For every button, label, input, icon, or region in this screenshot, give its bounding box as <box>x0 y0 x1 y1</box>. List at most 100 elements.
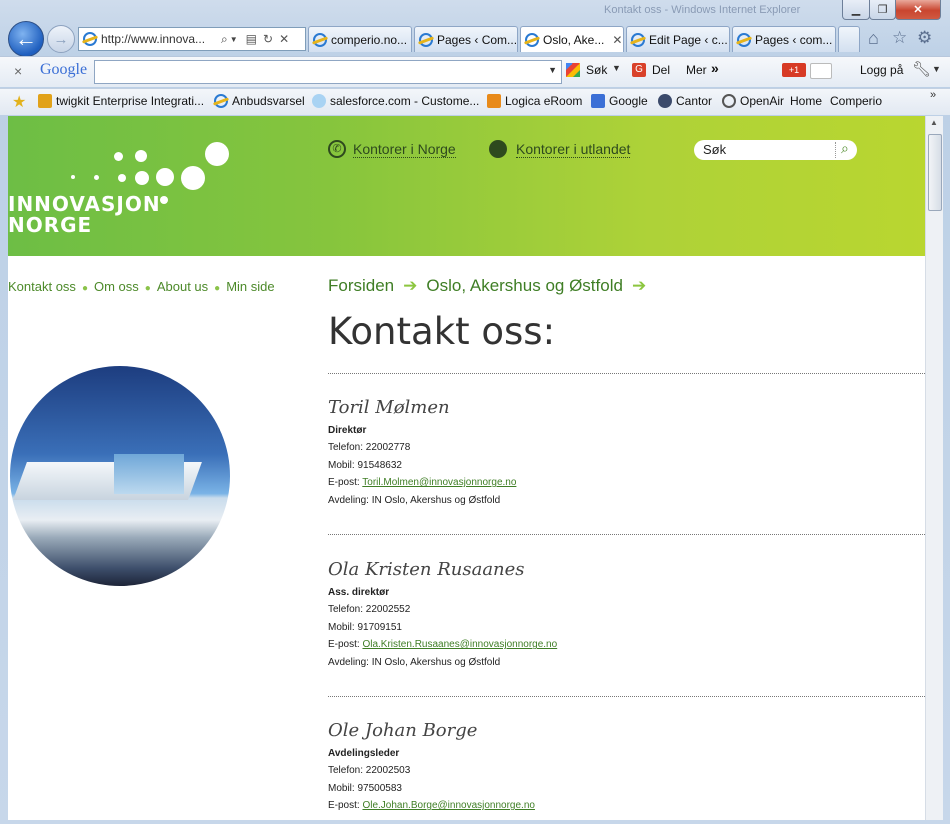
plusone-button[interactable]: +1 <box>782 63 806 77</box>
new-tab-button[interactable] <box>838 26 860 52</box>
wrench-dropdown-icon[interactable]: ▼ <box>932 64 941 74</box>
divider <box>328 534 925 535</box>
back-button[interactable]: ← <box>8 21 44 57</box>
share-button[interactable]: Del <box>652 63 670 77</box>
contact-phone: Telefon: 22002503 <box>328 765 411 777</box>
link-offices-norway[interactable]: ✆ Kontorer i Norge <box>328 140 456 158</box>
close-tab-icon[interactable]: ✕ <box>612 33 622 47</box>
search-button[interactable]: Søk <box>586 63 607 77</box>
contact-email-link[interactable]: Ole.Johan.Borge@innovasjonnorge.no <box>362 800 535 811</box>
vertical-scrollbar[interactable]: ▲ <box>925 116 943 820</box>
fav-logica-eroom[interactable]: Logica eRoom <box>487 94 582 108</box>
favorites-star-icon[interactable]: ☆ <box>892 28 907 48</box>
logo-dot <box>135 171 149 185</box>
fav-label: Google <box>609 94 648 108</box>
openair-icon <box>722 94 736 108</box>
contact-title: Direktør <box>328 425 367 436</box>
breadcrumb-home[interactable]: Forsiden <box>328 276 394 295</box>
logo-dot <box>94 175 99 180</box>
page-title: Kontakt oss: <box>328 310 556 353</box>
nav-bullet: ● <box>144 283 151 294</box>
google-search-icon[interactable] <box>566 63 580 77</box>
fav-salesforce[interactable]: salesforce.com - Custome... <box>312 94 479 108</box>
nav-bullet: ● <box>81 283 88 294</box>
tab-edit-page[interactable]: Edit Page ‹ c... <box>626 26 730 52</box>
contact-email-link[interactable]: Ola.Kristen.Rusaanes@innovasjonnorge.no <box>362 639 557 650</box>
title-bar: Kontakt oss - Windows Internet Explorer … <box>0 0 950 24</box>
fav-home[interactable]: Home <box>790 94 822 108</box>
sign-in-link[interactable]: Logg på <box>860 63 903 77</box>
nav-om-oss[interactable]: Om oss <box>94 279 139 294</box>
link-offices-abroad[interactable]: Kontorer i utlandet <box>489 140 631 158</box>
site-search-field[interactable]: Søk ⌕ <box>694 140 857 160</box>
logo-line-1: INNOVASJON <box>8 192 161 216</box>
twigkit-icon <box>38 94 52 108</box>
address-text[interactable]: http://www.innova... <box>101 32 215 46</box>
close-toolbar-icon[interactable]: × <box>14 63 22 79</box>
contact-mobile: Mobil: 97500583 <box>328 782 402 794</box>
stop-icon[interactable]: ✕ <box>279 32 289 46</box>
plusone-count <box>810 63 832 79</box>
opera-house-photo <box>10 366 230 586</box>
logo-dot <box>181 166 205 190</box>
fav-label: Home <box>790 94 823 108</box>
logo-dot <box>114 152 123 161</box>
close-window-button[interactable]: ✕ <box>895 0 941 20</box>
breadcrumb-region[interactable]: Oslo, Akershus og Østfold <box>426 276 623 295</box>
nav-kontakt-oss[interactable]: Kontakt oss <box>8 279 76 294</box>
offices-norway-label: Kontorer i Norge <box>353 140 456 158</box>
fav-twigkit[interactable]: twigkit Enterprise Integrati... <box>38 94 204 108</box>
logo-dot <box>118 174 126 182</box>
wrench-icon[interactable]: 🔧︎ <box>912 60 931 78</box>
minimize-button[interactable]: ▁ <box>842 0 870 20</box>
fav-comperio[interactable]: Comperio <box>830 94 882 108</box>
search-dropdown-icon[interactable]: ▼ <box>548 65 557 75</box>
tab-pages-com-2[interactable]: Pages ‹ com... <box>732 26 836 52</box>
fav-google[interactable]: Google <box>591 94 648 108</box>
forward-button[interactable]: → <box>47 25 75 53</box>
arrow-right-icon: ➔ <box>631 276 647 295</box>
tab-pages-com[interactable]: Pages ‹ Com... <box>414 26 518 52</box>
favorites-bar: ★ twigkit Enterprise Integrati... Anbuds… <box>0 88 950 115</box>
fav-openair[interactable]: OpenAir <box>722 94 784 108</box>
tab-oslo-active[interactable]: Oslo, Ake... ✕ <box>520 26 624 52</box>
tab-label: Pages ‹ com... <box>755 32 833 47</box>
ie-page-icon <box>83 32 97 46</box>
site-search-input[interactable]: Søk <box>703 142 726 157</box>
search-icon[interactable]: ⌕ <box>221 32 228 47</box>
scrollbar-thumb[interactable] <box>928 134 942 211</box>
favorites-star-add-icon[interactable]: ★ <box>12 92 26 112</box>
search-icon[interactable]: ⌕ <box>841 140 849 157</box>
fav-label: Logica eRoom <box>505 94 583 108</box>
site-header: INNOVASJON NORGE ✆ Kontorer i Norge Kont… <box>8 116 925 256</box>
share-icon[interactable]: G <box>632 63 646 77</box>
contact-department: Avdeling: IN Oslo, Akershus og Østfold <box>328 656 501 668</box>
scroll-up-icon[interactable]: ▲ <box>930 118 938 127</box>
contact-card: Ola Kristen Rusaanes Ass. direktør Telef… <box>328 558 557 671</box>
tab-comperio[interactable]: comperio.no... <box>308 26 412 52</box>
favorites-overflow-icon[interactable]: » <box>930 89 936 101</box>
fav-anbudsvarsel[interactable]: Anbudsvarsel <box>214 94 305 108</box>
google-logo: Google <box>40 61 88 78</box>
email-label: E-post: <box>328 800 363 812</box>
logo-line-2: NORGE <box>8 213 93 237</box>
fav-cantor[interactable]: Cantor <box>658 94 712 108</box>
offices-abroad-label: Kontorer i utlandet <box>516 140 631 158</box>
home-icon[interactable]: ⌂ <box>868 28 879 49</box>
maximize-button[interactable]: ❐ <box>869 0 896 20</box>
fav-label: Comperio <box>830 94 883 108</box>
address-bar[interactable]: http://www.innova... ⌕ ▼ ▤ ↻ ✕ <box>78 27 306 51</box>
nav-bullet: ● <box>214 283 221 294</box>
search-options-icon[interactable]: ▼ <box>612 63 621 73</box>
more-chevron-icon[interactable]: » <box>711 60 719 76</box>
google-search-input[interactable]: ▼ <box>94 60 562 84</box>
nav-min-side[interactable]: Min side <box>226 279 274 294</box>
contact-title: Avdelingsleder <box>328 748 400 759</box>
nav-about-us[interactable]: About us <box>157 279 208 294</box>
dropdown-arrow-icon[interactable]: ▼ <box>230 35 238 44</box>
contact-email-link[interactable]: Toril.Molmen@innovasjonnorge.no <box>362 477 516 488</box>
compat-view-icon[interactable]: ▤ <box>246 32 257 46</box>
tools-gear-icon[interactable]: ⚙ <box>917 28 932 48</box>
more-button[interactable]: Mer <box>686 63 707 77</box>
refresh-icon[interactable]: ↻ <box>263 32 273 46</box>
